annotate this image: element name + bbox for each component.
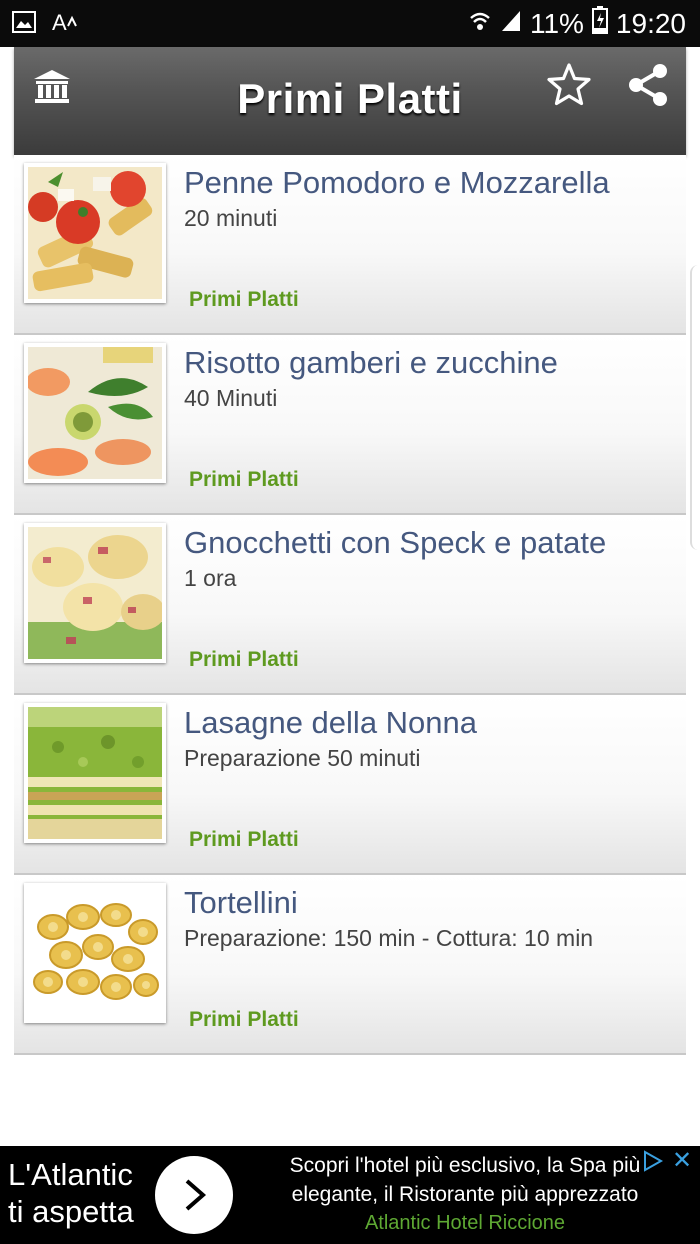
ad-text-line1: Scopri l'hotel più esclusivo, la Spa più [289, 1154, 641, 1177]
battery-percent: 11% [529, 7, 584, 39]
ad-banner[interactable]: L'Atlantic ti aspetta Scopri l'hotel più… [0, 1146, 700, 1244]
adchoices-icon[interactable] [642, 1150, 664, 1172]
recipe-category: Primi Platti [189, 648, 299, 671]
image-icon [12, 11, 36, 38]
recipe-thumbnail-penne [24, 163, 166, 303]
svg-text:A: A [52, 10, 67, 34]
recipe-thumbnail-lasagne [24, 703, 166, 843]
share-icon[interactable] [624, 61, 672, 109]
recipe-list: Penne Pomodoro e Mozzarella 20 minuti Pr… [14, 155, 686, 1055]
recipe-category: Primi Platti [189, 828, 299, 851]
recipe-category: Primi Platti [189, 1008, 299, 1031]
signal-icon [500, 8, 522, 40]
recipe-title: Tortellini [184, 885, 298, 920]
ad-open-button[interactable] [155, 1156, 233, 1234]
recipe-title: Penne Pomodoro e Mozzarella [184, 165, 610, 200]
recipe-category: Primi Platti [189, 288, 299, 311]
ad-headline: L'Atlantic ti aspetta [8, 1156, 134, 1230]
scroll-indicator[interactable] [690, 265, 700, 550]
ad-headline-line1: L'Atlantic [8, 1157, 133, 1192]
ad-headline-line2: ti aspetta [8, 1194, 134, 1229]
close-icon[interactable]: ✕ [670, 1149, 694, 1174]
list-item[interactable]: Risotto gamberi e zucchine 40 Minuti Pri… [14, 335, 686, 515]
ad-advertiser: Atlantic Hotel Riccione [364, 1212, 566, 1234]
ad-text-line2: elegante, il Ristorante più apprezzato [291, 1183, 639, 1206]
recipe-category: Primi Platti [189, 468, 299, 491]
recipe-time: 40 Minuti [184, 385, 278, 411]
recipe-thumbnail-gnocchetti [24, 523, 166, 663]
list-item[interactable]: Lasagne della Nonna Preparazione 50 minu… [14, 695, 686, 875]
wifi-icon [468, 8, 492, 40]
recipe-title: Lasagne della Nonna [184, 705, 478, 740]
recipe-time: 20 minuti [184, 205, 278, 231]
font-icon: A [52, 10, 78, 39]
battery-icon [591, 6, 608, 41]
list-item[interactable]: Gnocchetti con Speck e patate 1 ora Prim… [14, 515, 686, 695]
star-icon[interactable] [545, 61, 593, 109]
list-item[interactable]: Tortellini Preparazione: 150 min - Cottu… [14, 875, 686, 1055]
action-bar: Primi Platti [14, 47, 686, 155]
recipe-thumbnail-tortellini [24, 883, 166, 1023]
recipe-title: Risotto gamberi e zucchine [184, 345, 558, 380]
status-bar: A 11% 19:20 [0, 0, 700, 47]
recipe-time: 1 ora [184, 565, 237, 591]
recipe-thumbnail-risotto [24, 343, 166, 483]
recipe-time: Preparazione: 150 min - Cottura: 10 min [184, 925, 594, 951]
chevron-right-icon [185, 1179, 207, 1211]
recipe-title: Gnocchetti con Speck e patate [184, 525, 607, 560]
clock: 19:20 [615, 7, 686, 39]
list-item[interactable]: Penne Pomodoro e Mozzarella 20 minuti Pr… [14, 155, 686, 335]
recipe-time: Preparazione 50 minuti [184, 745, 421, 771]
